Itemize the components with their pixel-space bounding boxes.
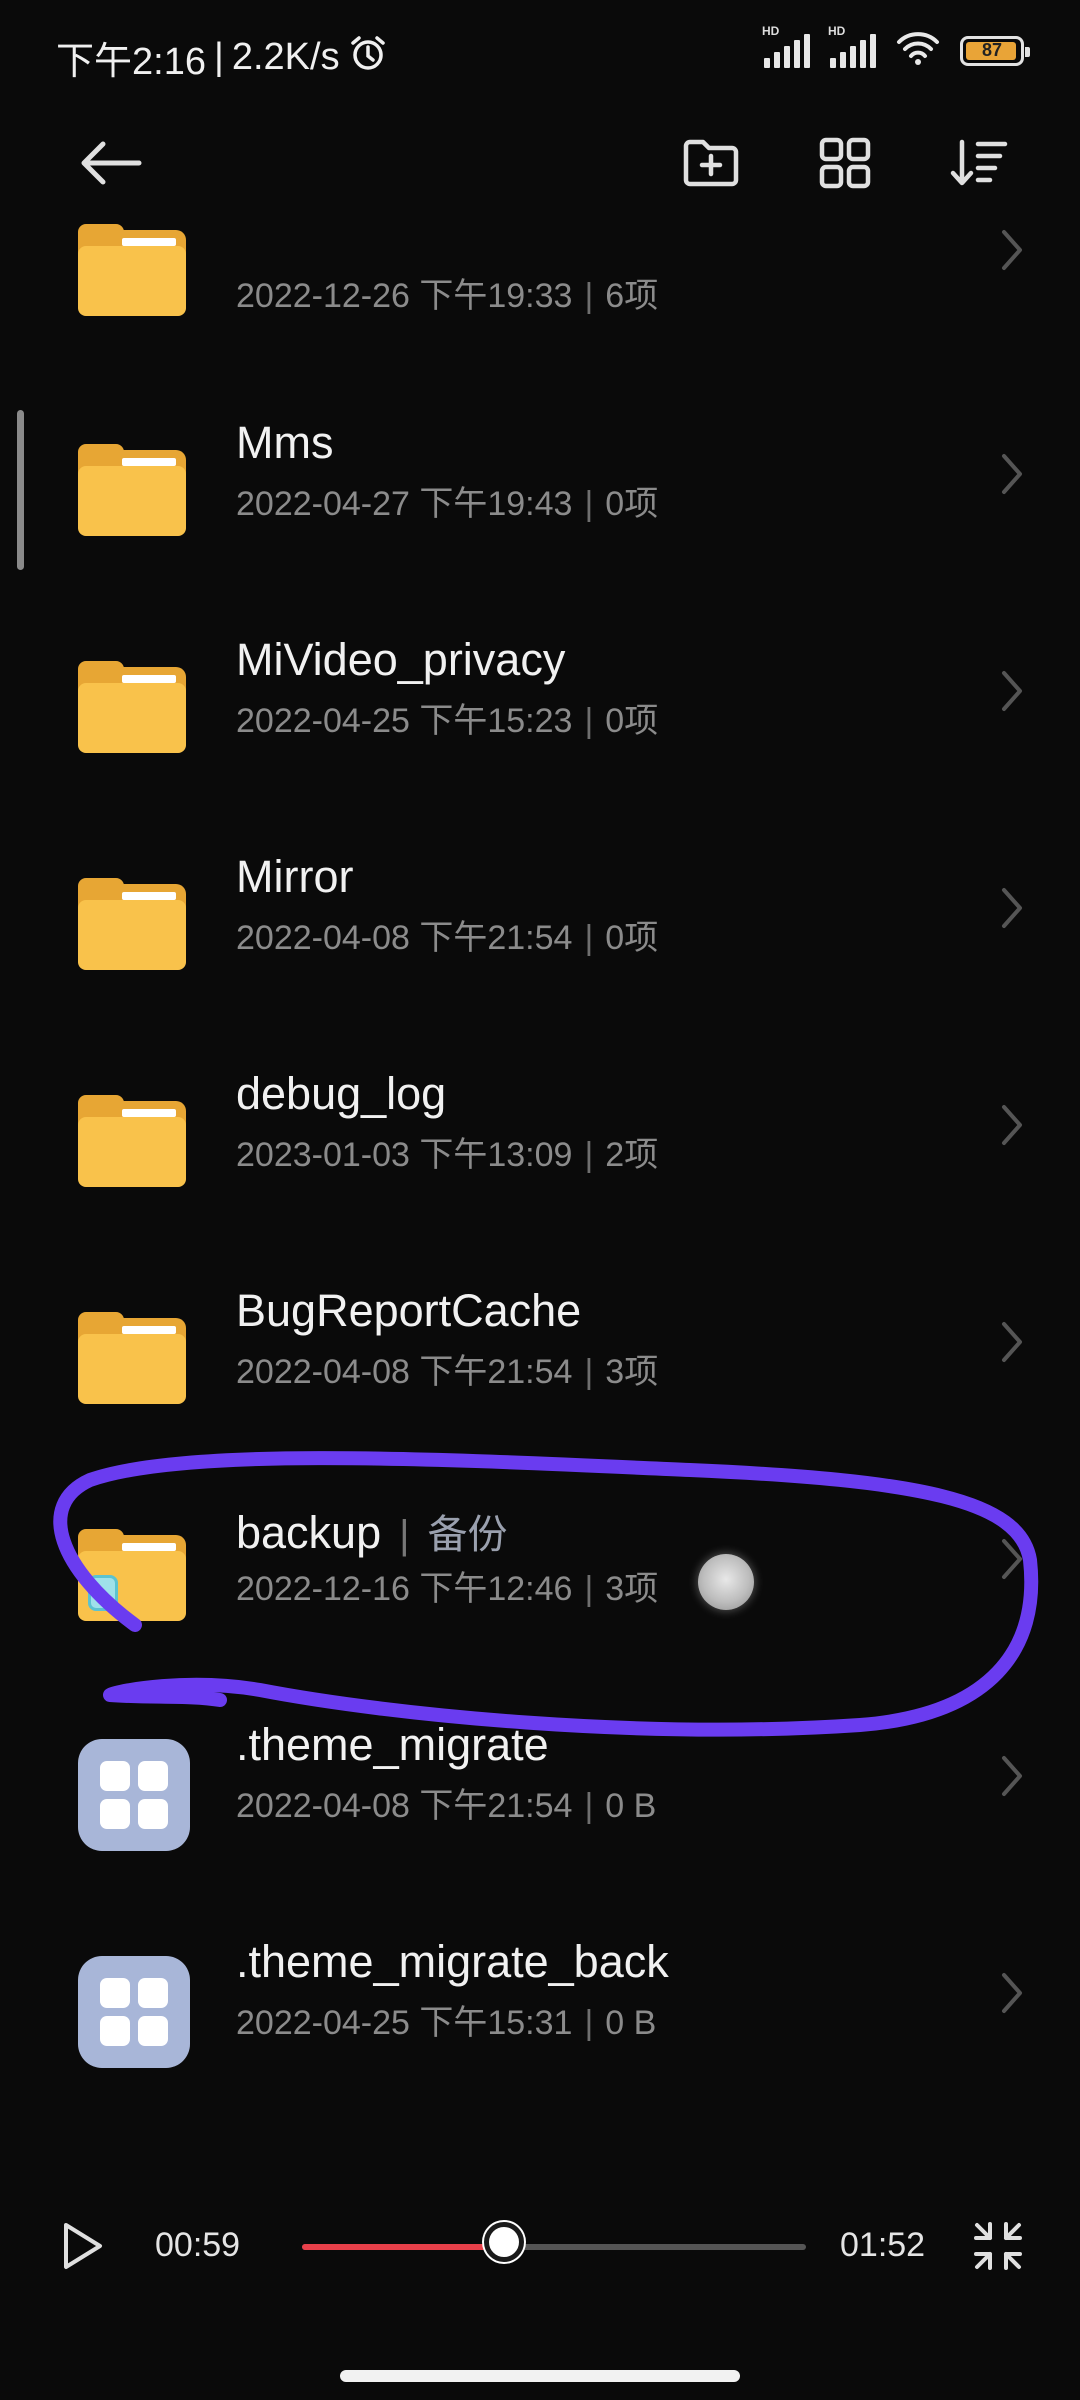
status-left: 下午2:16 | 2.2K/s — [56, 30, 388, 85]
file-meta: 2022-04-08 下午21:54 | 0 B — [236, 1787, 657, 1825]
folder-icon — [78, 444, 186, 536]
list-item[interactable]: .theme_migrate_back 2022-04-25 下午15:31 | 0… — [0, 1936, 1080, 2196]
play-button[interactable] — [60, 2220, 104, 2277]
alarm-icon — [348, 33, 388, 83]
file-name: backup | 备份 — [236, 1507, 508, 1558]
status-time: 下午2:16 — [56, 41, 206, 83]
chevron-right-icon — [1002, 671, 1022, 711]
seek-bar-progress — [302, 2244, 504, 2250]
network-speed: 2.2K/s — [231, 36, 340, 78]
file-name: BugReportCache — [236, 1285, 582, 1336]
home-indicator[interactable] — [340, 2370, 740, 2382]
list-item[interactable]: Mirror 2022-04-08 下午21:54 | 0项 — [0, 851, 1080, 1111]
exit-fullscreen-icon — [972, 2222, 1024, 2276]
app-file-icon — [78, 1956, 190, 2068]
list-item[interactable]: BugReportCache 2022-04-08 下午21:54 | 3项 — [0, 1285, 1080, 1545]
chevron-right-icon — [1002, 1539, 1022, 1579]
list-item[interactable]: 2022-12-26 下午19:33 | 6项 — [0, 160, 1080, 377]
file-name: MiVideo_privacy — [236, 634, 566, 685]
exit-fullscreen-button[interactable] — [972, 2220, 1024, 2277]
total-time: 01:52 — [840, 2226, 926, 2264]
file-name: debug_log — [236, 1068, 447, 1119]
file-tag: 备份 — [427, 1513, 508, 1557]
file-name: Mms — [236, 417, 334, 468]
status-bar: 下午2:16 | 2.2K/s HD HD 87 — [0, 0, 1080, 110]
file-meta: 2022-04-25 下午15:31 | 0 B — [236, 2004, 657, 2042]
wifi-icon — [896, 30, 940, 71]
battery-level: 87 — [981, 39, 1003, 60]
chevron-right-icon — [1002, 454, 1022, 494]
folder-icon — [78, 661, 186, 753]
seek-knob[interactable] — [483, 2222, 524, 2262]
file-name: .theme_migrate_back — [236, 1936, 669, 1987]
seek-bar[interactable] — [302, 2244, 806, 2250]
list-item[interactable]: MiVideo_privacy 2022-04-25 下午15:23 | 0项 — [0, 634, 1080, 894]
file-meta: 2022-04-08 下午21:54 | 0项 — [236, 919, 659, 957]
file-meta: 2022-04-08 下午21:54 | 3项 — [236, 1353, 659, 1391]
file-meta: 2022-12-16 下午12:46 | 3项 — [236, 1570, 659, 1608]
chevron-right-icon — [1002, 1105, 1022, 1145]
current-time: 00:59 — [155, 2226, 241, 2264]
chevron-right-icon — [1002, 230, 1022, 270]
status-right: HD HD 87 — [762, 24, 1030, 71]
folder-icon — [78, 878, 186, 970]
folder-icon — [78, 1095, 186, 1187]
chevron-right-icon — [1002, 888, 1022, 928]
folder-icon — [78, 224, 186, 316]
file-meta: 2022-04-25 下午15:23 | 0项 — [236, 702, 659, 740]
file-meta: 2022-04-27 下午19:43 | 0项 — [236, 485, 659, 523]
status-separator: | — [213, 36, 224, 78]
play-icon — [60, 2223, 104, 2276]
touch-indicator — [698, 1554, 754, 1610]
file-name: Mirror — [236, 851, 354, 902]
file-meta: 2022-12-26 下午19:33 | 6项 — [236, 277, 659, 315]
chevron-right-icon — [1002, 1322, 1022, 1362]
signal-sim2-icon: HD — [828, 24, 876, 68]
app-file-icon — [78, 1739, 190, 1851]
battery-icon: 87 — [960, 35, 1030, 66]
file-meta: 2023-01-03 下午13:09 | 2项 — [236, 1136, 659, 1174]
folder-icon — [78, 1312, 186, 1404]
video-player-bar: 00:59 01:52 — [0, 2200, 1080, 2290]
chevron-right-icon — [1002, 1973, 1022, 2013]
signal-sim1-icon: HD — [762, 24, 810, 68]
backup-folder-icon — [78, 1529, 186, 1621]
file-name: .theme_migrate — [236, 1719, 549, 1770]
chevron-right-icon — [1002, 1756, 1022, 1796]
